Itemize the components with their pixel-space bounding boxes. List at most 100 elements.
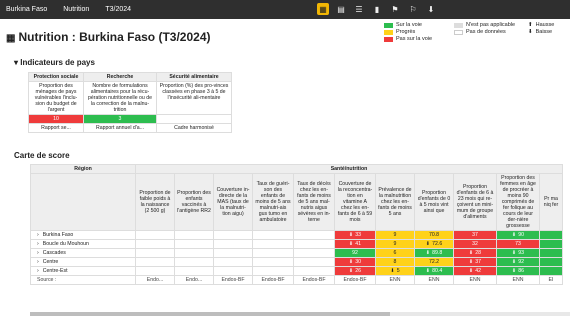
score-cell: ⬇ 28 xyxy=(453,248,497,258)
region-label: Boucle du Mouhoun xyxy=(42,241,89,247)
source-link[interactable]: ENN xyxy=(375,275,415,285)
view-toolbar: ▦ ▤ ☰ ▮ ⚑ ⚐ ⬇ xyxy=(317,3,437,15)
indicators-section-title[interactable]: ▾ Indicateurs de pays xyxy=(14,58,95,67)
indicator-description: Proportion (%) des pro-vinces classées e… xyxy=(156,81,232,115)
region-label: Centre-Est xyxy=(42,268,68,274)
score-value: 37 xyxy=(475,259,482,265)
score-cell: ⬇ 30 xyxy=(334,257,376,267)
pin-icon[interactable]: ⚑ xyxy=(389,3,401,15)
region-name[interactable]: › Centre xyxy=(30,257,136,267)
table-row[interactable]: › Burkina Faso ⬇ 33 9 70.8 37 ⬇ 90 xyxy=(30,230,563,240)
legend-swatch xyxy=(384,23,393,28)
score-column-header[interactable]: Couverture in-directe de la MAS (taux de… xyxy=(213,173,253,231)
score-value: 86 xyxy=(518,268,525,274)
chevron-right-icon[interactable]: › xyxy=(37,241,39,247)
arrow-down-icon: ⬇ xyxy=(468,250,474,256)
table-icon: ▦ xyxy=(6,33,16,44)
chevron-right-icon[interactable]: › xyxy=(37,259,39,265)
source-link[interactable]: ENN xyxy=(453,275,497,285)
region-name[interactable]: › Centre-Est xyxy=(30,266,136,276)
scrollbar-thumb[interactable] xyxy=(30,312,390,316)
score-column-header[interactable]: Taux de décès chez les en-fants de moins… xyxy=(293,173,335,231)
region-name[interactable]: › Cascades xyxy=(30,248,136,258)
horizontal-scrollbar[interactable] xyxy=(30,312,570,316)
score-cell xyxy=(293,239,335,249)
score-value: 5 xyxy=(396,268,400,274)
chevron-right-icon[interactable]: › xyxy=(37,268,39,274)
score-value: 8 xyxy=(393,259,397,265)
score-value: 32 xyxy=(472,241,478,247)
breadcrumb-sector[interactable]: Nutrition xyxy=(63,6,89,13)
source-link[interactable]: Endos-BF xyxy=(252,275,294,285)
breadcrumb-period[interactable]: T3/2024 xyxy=(105,6,131,13)
source-link[interactable]: ENN xyxy=(414,275,454,285)
chevron-right-icon[interactable]: › xyxy=(37,232,39,238)
list-view-icon[interactable]: ☰ xyxy=(353,3,365,15)
score-cell xyxy=(293,230,335,240)
score-cell xyxy=(213,239,253,249)
score-cell: 9 xyxy=(375,230,415,240)
source-link[interactable]: Endos-BF xyxy=(334,275,376,285)
score-cell: ⬇ 41 xyxy=(334,239,376,249)
legend-non-applicable: N'est pas applicable xyxy=(454,22,515,29)
table-row[interactable]: › Centre-Est ⬇ 26 ⬇ 5 ⬇ 80.4 ⬇ 42 ⬇ 86 xyxy=(30,266,563,276)
source-link[interactable]: Endos-BF xyxy=(213,275,253,285)
score-column-header[interactable]: Proportion d'enfants de 0 à 5 mois vint … xyxy=(414,173,454,231)
source-link[interactable]: Endos-BF xyxy=(293,275,335,285)
score-column-header[interactable]: Proportion de faible poids à la naissanc… xyxy=(135,173,175,231)
score-column-header[interactable]: Proportion d'enfants de 6 à 23 mois qui … xyxy=(453,173,497,231)
arrow-down-icon: ⬇ xyxy=(511,268,517,274)
score-column-header[interactable]: Couverture de la reconcentra-tion en vit… xyxy=(334,173,376,231)
indicator-value xyxy=(156,114,232,124)
score-cell xyxy=(252,239,294,249)
indicator-header: Recherche xyxy=(83,72,157,82)
score-cell xyxy=(135,230,175,240)
score-cell: ⬇ 33 xyxy=(334,230,376,240)
score-cell xyxy=(539,257,563,267)
score-column-header[interactable]: Taux de guéri-son des enfants de moins d… xyxy=(252,173,294,231)
page-header: ▦ Nutrition : Burkina Faso (T3/2024) Sur … xyxy=(0,19,570,55)
breadcrumb-country[interactable]: Burkina Faso xyxy=(6,6,47,13)
region-name[interactable]: › Boucle du Mouhoun xyxy=(30,239,136,249)
score-cell xyxy=(135,266,175,276)
score-column-header[interactable]: Proportion des enfants vaccinés à l'anti… xyxy=(174,173,214,231)
table-row[interactable]: › Cascades 92 6 ⬇ 89.8 ⬇ 28 ⬇ 93 xyxy=(30,248,563,258)
chevron-right-icon[interactable]: › xyxy=(37,250,39,256)
score-column-header[interactable]: Pr ma niq fer xyxy=(539,173,563,231)
indicator-description: Nombre de formulations alimentaires pour… xyxy=(83,81,157,115)
score-column-header[interactable]: Proportion des femmes en âge de procréer… xyxy=(496,173,540,231)
flag-icon[interactable]: ⚐ xyxy=(407,3,419,15)
arrow-down-icon: ⬇ xyxy=(511,259,517,265)
legend-progres: Progrès xyxy=(384,29,415,36)
score-value: 9 xyxy=(393,241,397,247)
region-name[interactable]: › Burkina Faso xyxy=(30,230,136,240)
score-cell: ⬇ 42 xyxy=(453,266,497,276)
table-row[interactable]: › Centre ⬇ 30 8 72.2 ⬇ 37 ⬇ 92 xyxy=(30,257,563,267)
score-cell xyxy=(213,266,253,276)
indicator-source-link[interactable]: Rapport annuel d'a... xyxy=(83,123,157,133)
score-value: 33 xyxy=(355,232,362,238)
score-column-header[interactable]: Prévalence de la malnutrition chez les e… xyxy=(375,173,415,231)
indicators-table: Protection sociale Recherche Sécurité al… xyxy=(28,72,232,133)
score-value: 6 xyxy=(393,250,397,256)
source-link[interactable]: Endo... xyxy=(135,275,175,285)
indicator-source-link[interactable]: Rapport se... xyxy=(28,123,84,133)
score-cell xyxy=(539,266,563,276)
score-value: 26 xyxy=(355,268,362,274)
source-link[interactable]: ENN xyxy=(496,275,540,285)
source-link[interactable]: Endo... xyxy=(174,275,214,285)
grid-view-icon[interactable]: ▤ xyxy=(335,3,347,15)
legend-swatch xyxy=(384,30,393,35)
table-view-icon[interactable]: ▦ xyxy=(317,3,329,15)
score-cell xyxy=(293,248,335,258)
source-link[interactable]: EI xyxy=(539,275,563,285)
indicator-source-link[interactable]: Cadre harmonisé xyxy=(156,123,232,133)
score-cell xyxy=(213,230,253,240)
score-cell: ⬇ 26 xyxy=(334,266,376,276)
download-icon[interactable]: ⬇ xyxy=(425,3,437,15)
scorecard-table: Région Santé/nutrition Proportion de fai… xyxy=(30,164,563,285)
arrow-down-icon: ⬇ xyxy=(468,268,474,274)
score-value: 89.8 xyxy=(432,250,443,256)
table-row[interactable]: › Boucle du Mouhoun ⬇ 41 9 ⬇ 72.6 32 73 xyxy=(30,239,563,249)
bar-chart-icon[interactable]: ▮ xyxy=(371,3,383,15)
